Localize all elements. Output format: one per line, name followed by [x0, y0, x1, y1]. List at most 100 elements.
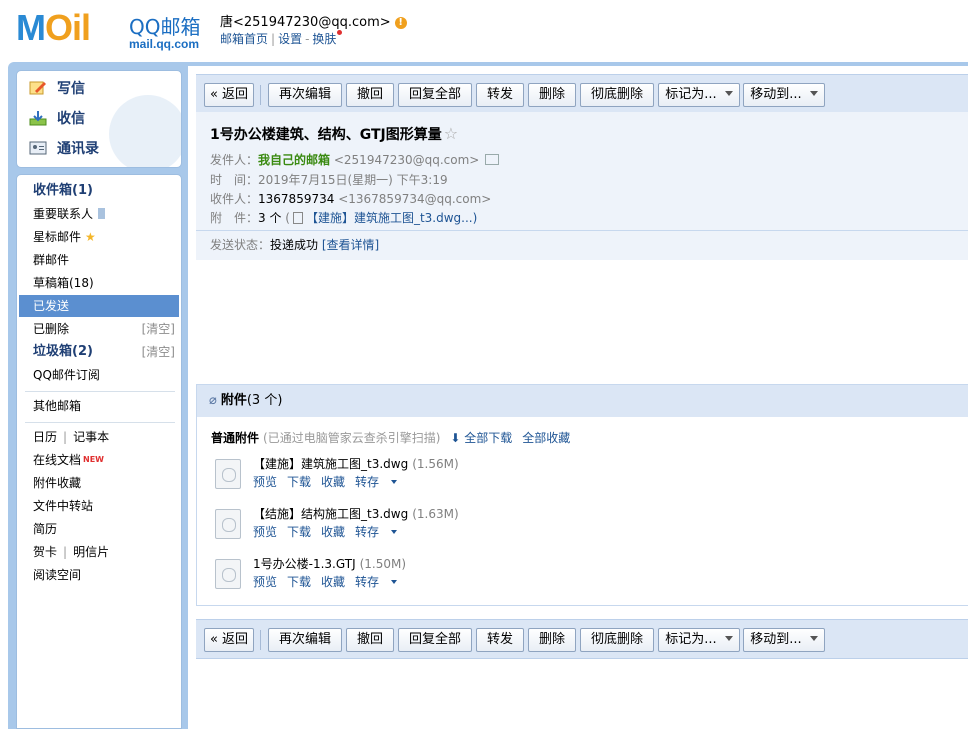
- from-name[interactable]: 我自己的邮箱: [258, 153, 330, 167]
- sidebar: 写信 收信 通讯录 收件箱(1) 重要联系人 星标邮件 ★ 群邮件 草稿箱(18)…: [16, 70, 184, 729]
- nav-attachment-collection[interactable]: 附件收藏: [19, 472, 179, 494]
- reedit-button[interactable]: 再次编辑: [268, 628, 342, 652]
- save-to-dropdown[interactable]: 转存: [355, 475, 407, 489]
- move-to-dropdown[interactable]: 移动到...: [743, 83, 825, 107]
- move-to-dropdown[interactable]: 移动到...: [743, 628, 825, 652]
- reply-all-button[interactable]: 回复全部: [398, 628, 472, 652]
- delete-permanently-button[interactable]: 彻底删除: [580, 83, 654, 107]
- attachment-preview-link[interactable]: 【建施】建筑施工图_t3.dwg...): [306, 211, 477, 225]
- download-all-link[interactable]: ⬇ 全部下载: [450, 431, 512, 445]
- clear-deleted-link[interactable]: [清空]: [142, 318, 175, 340]
- chevron-down-icon: [391, 530, 398, 534]
- save-all-link[interactable]: 全部收藏: [522, 431, 570, 445]
- save-to-dropdown[interactable]: 转存: [355, 525, 407, 539]
- contacts-button[interactable]: 通讯录: [29, 138, 99, 160]
- from-row: 发件人：我自己的邮箱 <251947230@qq.com>: [210, 151, 500, 168]
- nav-sent[interactable]: 已发送: [19, 295, 179, 317]
- nav-starred[interactable]: 星标邮件 ★: [19, 226, 179, 248]
- mail-header: 1号办公楼建筑、结构、GTJ图形算量 ☆ 发件人：我自己的邮箱 <25194723…: [196, 112, 968, 260]
- recall-button[interactable]: 撤回: [346, 83, 394, 107]
- nav-group-mail[interactable]: 群邮件: [19, 249, 179, 271]
- new-badge: NEW: [83, 455, 104, 464]
- star-outline-icon[interactable]: ☆: [444, 124, 458, 143]
- greeting-card-link[interactable]: 贺卡: [33, 545, 57, 559]
- delete-permanently-button[interactable]: 彻底删除: [580, 628, 654, 652]
- reply-all-button[interactable]: 回复全部: [398, 83, 472, 107]
- nav-other-mailbox[interactable]: 其他邮箱: [19, 395, 179, 417]
- penguin-watermark-icon: [109, 95, 181, 167]
- nav-file-transfer[interactable]: 文件中转站: [19, 495, 179, 517]
- qq-mail-logo[interactable]: MOil QQ邮箱 mail.qq.com: [16, 8, 206, 52]
- chevron-down-icon: [809, 91, 818, 96]
- recall-button[interactable]: 撤回: [346, 628, 394, 652]
- nav-divider: [25, 422, 175, 423]
- chevron-down-icon: [391, 480, 398, 484]
- chevron-down-icon: [809, 636, 818, 641]
- pencil-icon: [29, 81, 46, 95]
- attachment-item: 【建施】建筑施工图_t3.dwg (1.56M) 预览 下载 收藏 转存: [215, 455, 615, 499]
- view-details-link[interactable]: [查看详情]: [322, 238, 379, 252]
- back-button[interactable]: « 返回: [204, 83, 254, 107]
- forward-button[interactable]: 转发: [476, 628, 524, 652]
- save-to-dropdown[interactable]: 转存: [355, 575, 407, 589]
- from-address: <251947230@qq.com>: [333, 153, 480, 167]
- postcard-link[interactable]: 明信片: [73, 545, 109, 559]
- skin-link[interactable]: 换肤: [312, 32, 336, 46]
- time-row: 时 间：2019年7月15日(星期一) 下午3:19: [210, 173, 448, 187]
- attachment-item: 1号办公楼-1.3.GTJ (1.50M) 预览 下载 收藏 转存: [215, 555, 615, 599]
- calendar-link[interactable]: 日历: [33, 430, 57, 444]
- forward-button[interactable]: 转发: [476, 83, 524, 107]
- preview-link[interactable]: 预览: [253, 575, 277, 589]
- preview-link[interactable]: 预览: [253, 525, 277, 539]
- mark-as-dropdown[interactable]: 标记为...: [658, 83, 740, 107]
- attachments-subheader: 普通附件 (已通过电脑管家云查杀引擎扫描) ⬇ 全部下载 全部收藏: [211, 431, 571, 445]
- nav-resume[interactable]: 简历: [19, 518, 179, 540]
- notes-link[interactable]: 记事本: [73, 430, 109, 444]
- attachment-name[interactable]: 【建施】建筑施工图_t3.dwg: [253, 457, 408, 471]
- download-link[interactable]: 下载: [287, 575, 311, 589]
- brand-name: QQ邮箱: [129, 15, 201, 39]
- delete-button[interactable]: 删除: [528, 628, 576, 652]
- nav-online-docs[interactable]: 在线文档 NEW: [19, 449, 179, 471]
- receive-button[interactable]: 收信: [29, 108, 85, 130]
- chevron-down-icon: [724, 91, 733, 96]
- nav-subscriptions[interactable]: QQ邮件订阅: [19, 364, 179, 386]
- delete-button[interactable]: 删除: [528, 83, 576, 107]
- clear-spam-link[interactable]: [清空]: [142, 341, 175, 363]
- preview-link[interactable]: 预览: [253, 475, 277, 489]
- bookmark-icon: [98, 208, 106, 219]
- download-link[interactable]: 下载: [287, 475, 311, 489]
- download-link[interactable]: 下载: [287, 525, 311, 539]
- to-name[interactable]: 1367859734: [258, 192, 334, 206]
- scan-status: (已通过电脑管家云查杀引擎扫描): [263, 431, 441, 445]
- write-button[interactable]: 写信: [29, 78, 85, 100]
- collect-link[interactable]: 收藏: [321, 525, 345, 539]
- top-links: 邮箱首页 | 设置 - 换肤: [220, 30, 343, 47]
- nav-inbox[interactable]: 收件箱(1): [19, 180, 179, 202]
- nav-reading-space[interactable]: 阅读空间: [19, 564, 179, 586]
- reedit-button[interactable]: 再次编辑: [268, 83, 342, 107]
- back-button[interactable]: « 返回: [204, 628, 254, 652]
- mailbox-home-link[interactable]: 邮箱首页: [220, 32, 268, 46]
- warning-icon[interactable]: !: [394, 16, 407, 29]
- mark-as-dropdown[interactable]: 标记为...: [658, 628, 740, 652]
- collect-link[interactable]: 收藏: [321, 475, 345, 489]
- toolbar-divider: [260, 85, 261, 105]
- nav-spam[interactable]: 垃圾箱(2) [清空]: [19, 341, 179, 363]
- attachments-panel: ⌀ 附件(3 个) 普通附件 (已通过电脑管家云查杀引擎扫描) ⬇ 全部下载 全部收藏 …: [196, 384, 968, 606]
- compose-panel: 写信 收信 通讯录: [16, 70, 182, 168]
- attachment-name[interactable]: 【结施】结构施工图_t3.dwg: [253, 507, 408, 521]
- nav-drafts[interactable]: 草稿箱(18): [19, 272, 179, 294]
- attachment-item: 【结施】结构施工图_t3.dwg (1.63M) 预览 下载 收藏 转存: [215, 505, 615, 549]
- chevron-down-icon: [724, 636, 733, 641]
- attachment-name[interactable]: 1号办公楼-1.3.GTJ: [253, 557, 356, 571]
- collect-link[interactable]: 收藏: [321, 575, 345, 589]
- folder-nav: 收件箱(1) 重要联系人 星标邮件 ★ 群邮件 草稿箱(18) 已发送 已删除 [清…: [16, 174, 182, 729]
- file-icon: [292, 212, 303, 224]
- settings-link[interactable]: 设置: [278, 32, 302, 46]
- contact-card-icon[interactable]: [485, 154, 500, 165]
- nav-calendar-notes: 日历 | 记事本: [33, 430, 110, 444]
- nav-important-contacts[interactable]: 重要联系人: [19, 203, 179, 225]
- attachments-header: ⌀ 附件(3 个): [197, 385, 968, 417]
- nav-deleted[interactable]: 已删除 [清空]: [19, 318, 179, 340]
